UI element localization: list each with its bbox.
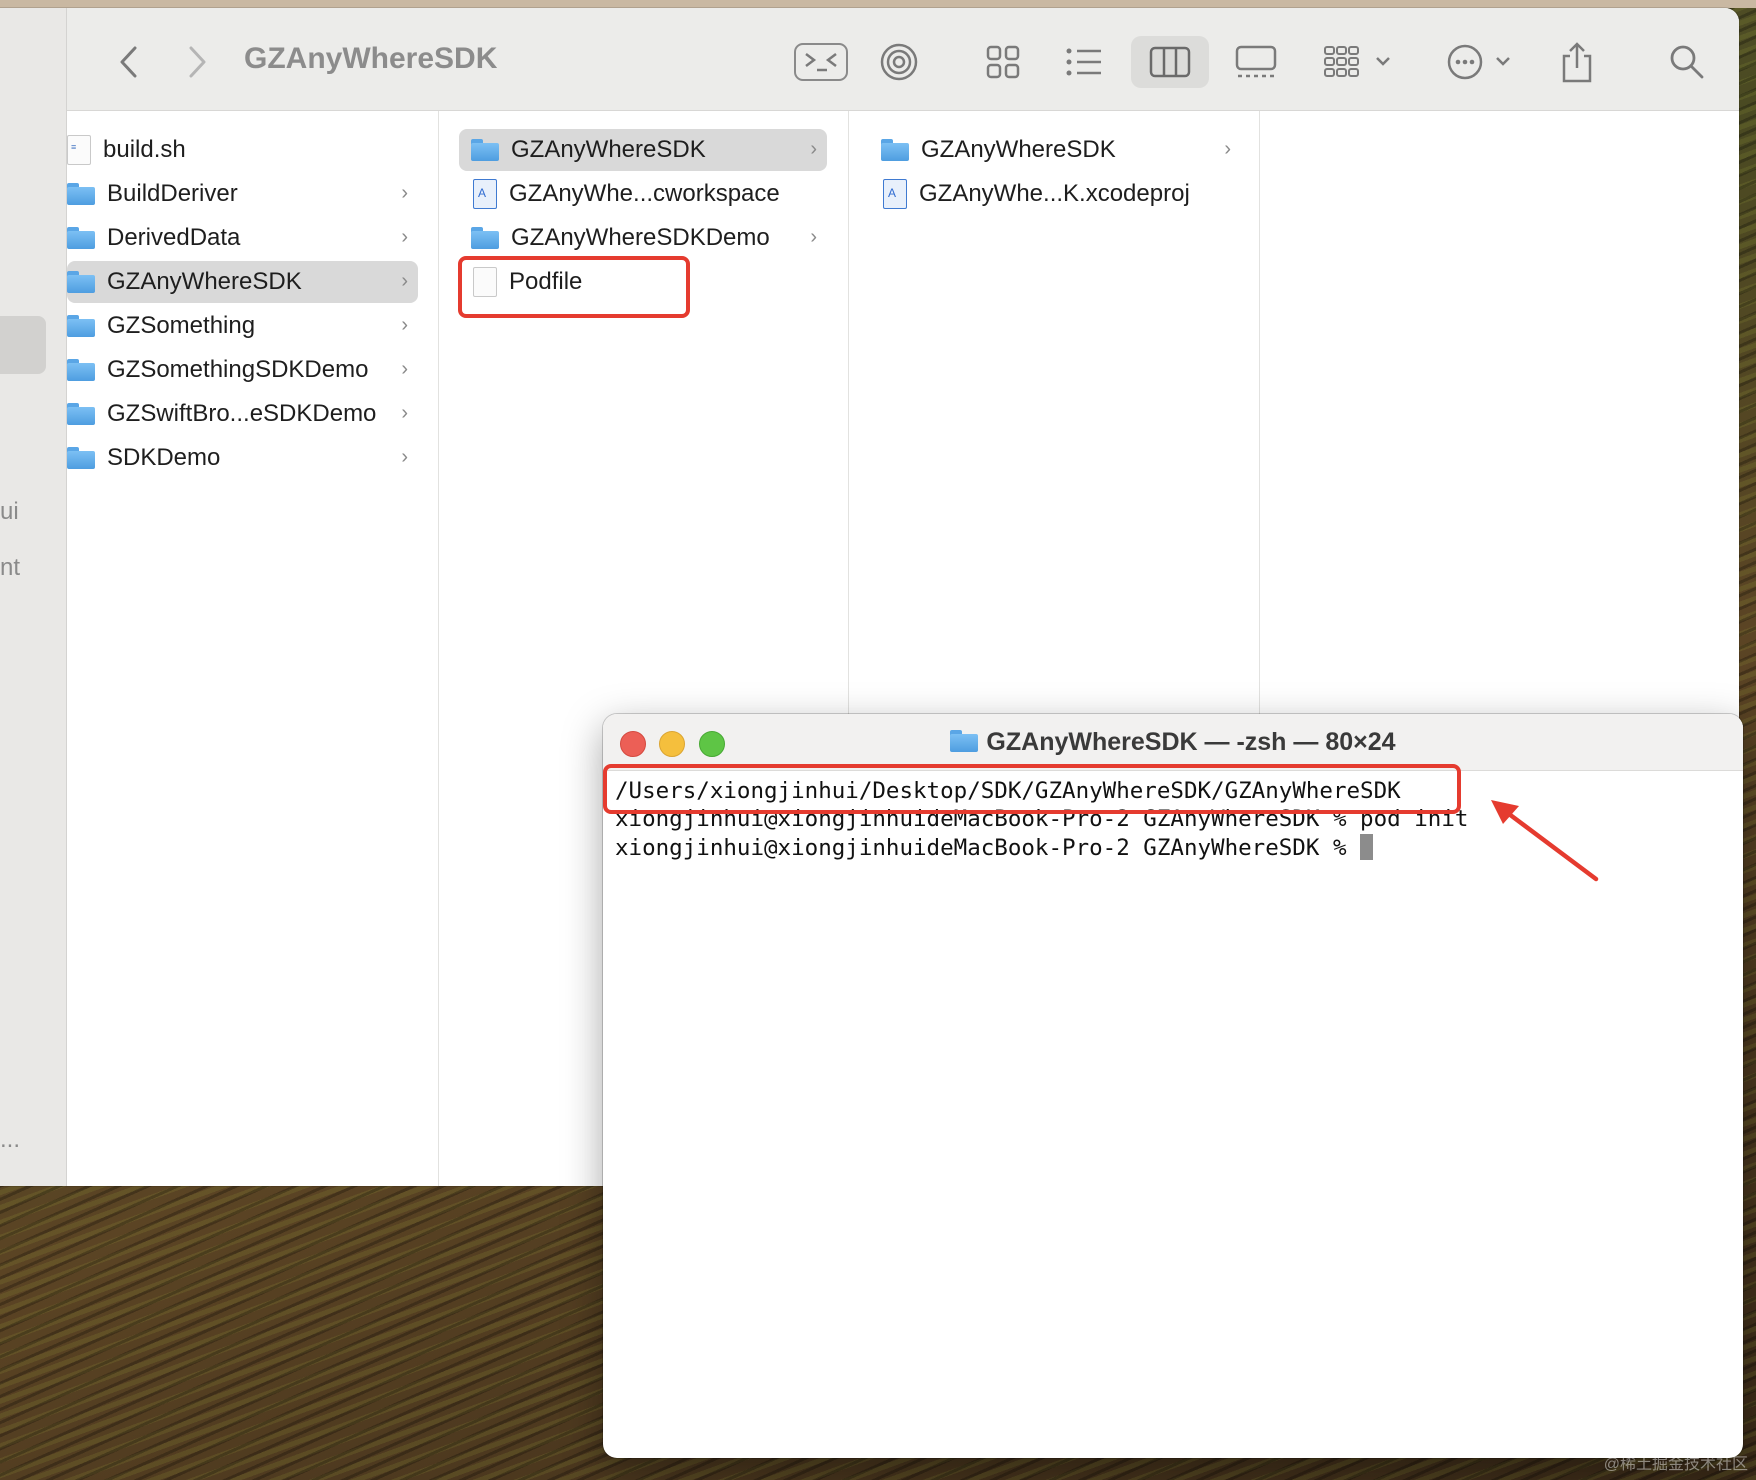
folder-icon (67, 271, 95, 293)
chevron-right-icon: › (401, 402, 408, 424)
chevron-right-icon: › (401, 446, 408, 468)
list-item[interactable]: SDKDemo › (67, 437, 418, 479)
item-label: GZAnyWhereSDK (107, 268, 302, 295)
airdrop-button[interactable] (877, 36, 921, 88)
group-button[interactable] (1321, 36, 1399, 88)
workspace-icon: A (473, 179, 497, 209)
folder-icon (471, 227, 499, 249)
search-button[interactable] (1665, 36, 1709, 88)
chevron-right-icon: › (1224, 138, 1231, 160)
finder-column-1: ≡ build.sh BuildDeriver › DerivedData › … (67, 111, 439, 1186)
list-item-selected[interactable]: GZAnyWhereSDK › (67, 261, 418, 303)
chevron-right-icon: › (401, 270, 408, 292)
desktop-top-strip (0, 0, 1756, 8)
gallery-view-icon (1235, 45, 1277, 78)
text-cursor (1360, 834, 1374, 860)
chevron-down-icon (1376, 57, 1390, 66)
folder-icon (67, 227, 95, 249)
list-item[interactable]: GZSwiftBro...eSDKDemo › (67, 393, 418, 435)
terminal-prompt: xiongjinhui@xiongjinhuideMacBook-Pro-2 G… (615, 835, 1361, 861)
folder-icon (881, 139, 909, 161)
shell-script-icon: ≡ (67, 135, 91, 165)
open-terminal-button[interactable] (793, 36, 849, 88)
item-label: DerivedData (107, 224, 241, 251)
share-icon (1562, 42, 1592, 83)
path-highlight-box (603, 764, 1461, 814)
chevron-right-icon: › (401, 226, 408, 248)
forward-button[interactable] (175, 36, 219, 88)
item-label: build.sh (103, 136, 186, 163)
back-button[interactable] (107, 36, 151, 88)
item-label: GZAnyWhereSDK (511, 136, 706, 163)
folder-icon (67, 359, 95, 381)
finder-toolbar: GZAnyWhereSDK (67, 8, 1739, 111)
item-label: GZSomethingSDKDemo (107, 356, 369, 383)
list-item[interactable]: GZAnyWhereSDKDemo › (459, 217, 827, 259)
terminal-window[interactable]: GZAnyWhereSDK — -zsh — 80×24 /Users/xion… (603, 714, 1743, 1458)
item-label: GZSwiftBro...eSDKDemo (107, 400, 377, 427)
share-button[interactable] (1555, 36, 1599, 88)
list-view-button[interactable] (1057, 36, 1111, 88)
chevron-right-icon: › (810, 138, 817, 160)
list-item[interactable]: GZAnyWhereSDK › (869, 129, 1241, 171)
item-label: GZAnyWhe...cworkspace (509, 180, 780, 207)
list-view-icon (1066, 48, 1101, 76)
folder-icon (67, 315, 95, 337)
folder-icon (471, 139, 499, 161)
podfile-highlight-box (458, 256, 690, 318)
list-item-selected[interactable]: GZAnyWhereSDK › (459, 129, 827, 171)
chevron-right-icon: › (810, 226, 817, 248)
window-title: GZAnyWhereSDK (244, 42, 498, 75)
list-item[interactable]: DerivedData › (67, 217, 418, 259)
folder-icon (67, 183, 95, 205)
item-label: GZAnyWhereSDK (921, 136, 1116, 163)
airdrop-icon (880, 43, 918, 81)
gallery-view-button[interactable] (1229, 36, 1283, 88)
item-label: GZAnyWhereSDKDemo (511, 224, 770, 251)
folder-icon (67, 403, 95, 425)
terminal-titlebar[interactable]: GZAnyWhereSDK — -zsh — 80×24 (603, 714, 1743, 771)
list-item[interactable]: BuildDeriver › (67, 173, 418, 215)
back-icon (120, 46, 137, 78)
folder-icon (950, 730, 979, 752)
group-icon (1324, 46, 1390, 77)
list-item[interactable]: A GZAnyWhe...cworkspace (459, 173, 827, 215)
more-icon (1447, 44, 1510, 80)
list-item[interactable]: A GZAnyWhe...K.xcodeproj (869, 173, 1241, 215)
column-view-icon (1149, 46, 1191, 78)
item-label: GZSomething (107, 312, 256, 339)
search-icon (1670, 45, 1704, 79)
terminal-icon (794, 43, 848, 81)
sidebar-item-fragment[interactable]: nt (0, 554, 20, 582)
xcodeproj-icon: A (883, 179, 907, 209)
list-item[interactable]: GZSomethingSDKDemo › (67, 349, 418, 391)
terminal-title: GZAnyWhereSDK — -zsh — 80×24 (603, 728, 1743, 757)
item-label: BuildDeriver (107, 180, 238, 207)
forward-icon (189, 46, 206, 78)
terminal-prompt-line: xiongjinhui@xiongjinhuideMacBook-Pro-2 G… (615, 834, 1374, 862)
column-view-button[interactable] (1131, 36, 1209, 88)
list-item[interactable]: ≡ build.sh (67, 129, 418, 171)
chevron-right-icon: › (401, 182, 408, 204)
terminal-title-text: GZAnyWhereSDK — -zsh — 80×24 (986, 728, 1396, 756)
finder-sidebar: ui nt ... (0, 8, 67, 1186)
sidebar-selected-item[interactable] (0, 316, 46, 374)
item-label: SDKDemo (107, 444, 221, 471)
sidebar-more-fragment[interactable]: ... (0, 1126, 20, 1154)
more-actions-button[interactable] (1445, 36, 1521, 88)
item-label: GZAnyWhe...K.xcodeproj (919, 180, 1190, 207)
sidebar-item-fragment[interactable]: ui (0, 498, 19, 526)
chevron-right-icon: › (401, 358, 408, 380)
list-item[interactable]: GZSomething › (67, 305, 418, 347)
icon-view-icon (986, 45, 1020, 79)
icon-view-button[interactable] (981, 36, 1025, 88)
chevron-right-icon: › (401, 314, 408, 336)
annotation-arrow-icon (1491, 800, 1599, 882)
watermark-text: @稀土掘金技术社区 (1603, 1456, 1748, 1473)
folder-icon (67, 447, 95, 469)
